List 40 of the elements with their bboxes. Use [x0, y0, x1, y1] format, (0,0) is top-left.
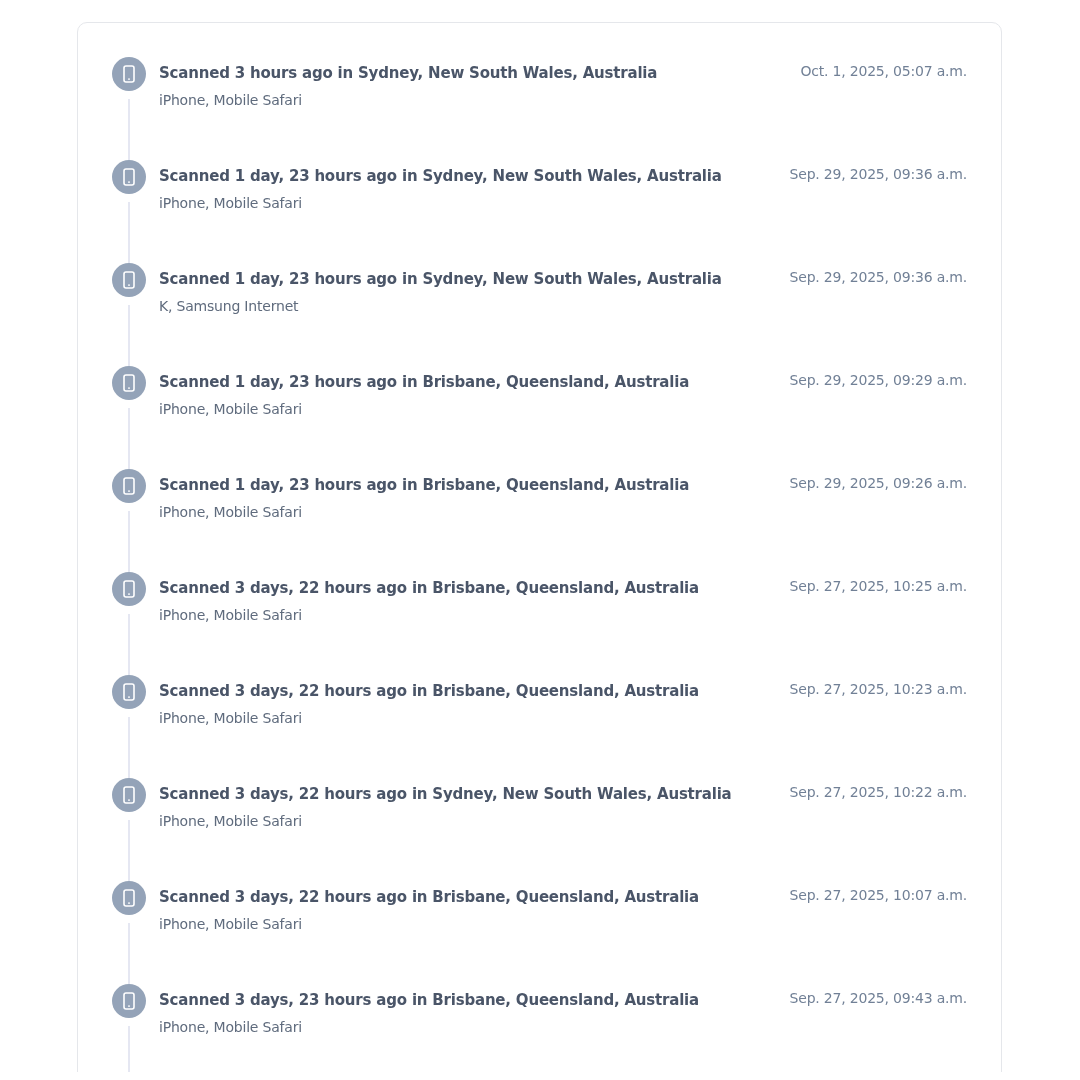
scan-title: Scanned 3 days, 22 hours ago in Sydney, New South Wales, Australia	[159, 785, 733, 803]
phone-icon	[112, 160, 146, 194]
scan-date: Oct. 1, 2025, 05:07 a.m.	[800, 62, 967, 81]
scan-title: Scanned 1 day, 23 hours ago in Brisbane, Queensland, Australia	[159, 476, 691, 494]
device-info: iPhone, Mobile Safari	[159, 504, 303, 520]
phone-icon	[112, 572, 146, 606]
device-info: iPhone, Mobile Safari	[159, 401, 303, 417]
phone-icon	[112, 778, 146, 812]
phone-icon	[112, 675, 146, 709]
scan-date: Sep. 29, 2025, 09:29 a.m.	[789, 371, 967, 390]
scan-title: Scanned 1 day, 23 hours ago in Sydney, New South Wales, Australia	[159, 270, 723, 288]
scan-title: Scanned 3 days, 22 hours ago in Brisbane, Queensland, Australia	[159, 888, 700, 906]
phone-icon	[112, 366, 146, 400]
scan-date: Sep. 27, 2025, 10:25 a.m.	[789, 577, 967, 596]
device-info: iPhone, Mobile Safari	[159, 195, 303, 211]
phone-icon	[112, 57, 146, 91]
scan-title: Scanned 3 days, 22 hours ago in Brisbane, Queensland, Australia	[159, 579, 700, 597]
scan-title: Scanned 3 days, 22 hours ago in Brisbane, Queensland, Australia	[159, 682, 700, 700]
phone-icon	[112, 881, 146, 915]
scan-date: Sep. 27, 2025, 10:23 a.m.	[789, 680, 967, 699]
scan-title: Scanned 3 days, 23 hours ago in Brisbane, Queensland, Australia	[159, 991, 700, 1009]
device-info: iPhone, Mobile Safari	[159, 1019, 303, 1035]
device-info: iPhone, Mobile Safari	[159, 916, 303, 932]
scan-date: Sep. 29, 2025, 09:36 a.m.	[789, 165, 967, 184]
device-info: iPhone, Mobile Safari	[159, 710, 303, 726]
phone-icon	[112, 263, 146, 297]
scan-date: Sep. 27, 2025, 09:43 a.m.	[789, 989, 967, 1008]
scan-date: Sep. 29, 2025, 09:36 a.m.	[789, 268, 967, 287]
scan-title: Scanned 3 hours ago in Sydney, New South Wales, Australia	[159, 64, 659, 82]
scan-date: Sep. 27, 2025, 10:22 a.m.	[789, 783, 967, 802]
scan-date: Sep. 29, 2025, 09:26 a.m.	[789, 474, 967, 493]
device-info: iPhone, Mobile Safari	[159, 813, 303, 829]
device-info: iPhone, Mobile Safari	[159, 92, 303, 108]
device-info: iPhone, Mobile Safari	[159, 607, 303, 623]
scan-title: Scanned 1 day, 23 hours ago in Sydney, New South Wales, Australia	[159, 167, 723, 185]
scan-date: Sep. 27, 2025, 10:07 a.m.	[789, 886, 967, 905]
device-info: K, Samsung Internet	[159, 298, 300, 314]
phone-icon	[112, 984, 146, 1018]
phone-icon	[112, 469, 146, 503]
scan-title: Scanned 1 day, 23 hours ago in Brisbane, Queensland, Australia	[159, 373, 691, 391]
